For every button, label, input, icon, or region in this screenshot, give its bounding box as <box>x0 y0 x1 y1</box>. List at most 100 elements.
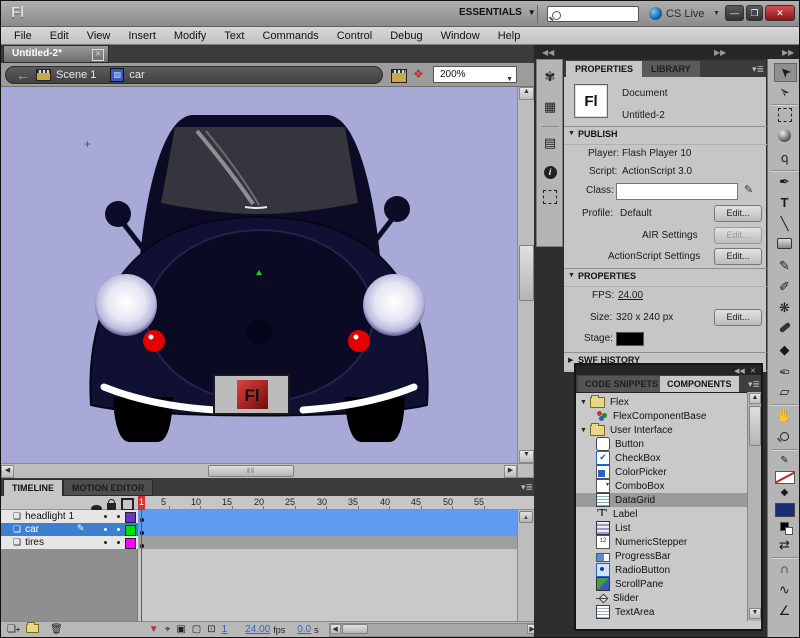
smooth-option-icon[interactable]: ∿ <box>774 582 795 599</box>
tab-motion-editor[interactable]: MOTION EDITOR <box>63 479 153 496</box>
tree-item-datagrid[interactable]: DataGrid <box>576 493 747 507</box>
scroll-left-icon[interactable]: ◀ <box>330 624 341 634</box>
frames-headlight1[interactable] <box>138 510 517 524</box>
components-scrollbar[interactable]: ▲ ▼ <box>747 392 761 621</box>
paint-bucket-tool[interactable]: ◆ <box>774 342 795 359</box>
lock-dot[interactable] <box>117 528 120 531</box>
elapsed-time-value[interactable]: 0.0 <box>297 624 311 635</box>
color-panel-icon[interactable]: ✾ <box>541 68 559 86</box>
visibility-dot[interactable] <box>104 515 107 518</box>
menu-insert[interactable]: Insert <box>119 28 165 44</box>
tree-item-combobox[interactable]: ComboBox <box>576 479 747 493</box>
playhead[interactable]: 1 <box>138 496 145 510</box>
scroll-down-icon[interactable]: ▼ <box>749 608 761 619</box>
menu-window[interactable]: Window <box>432 28 489 44</box>
swap-colors-icon[interactable]: ⇄ <box>774 537 795 554</box>
new-folder-button[interactable] <box>26 624 44 636</box>
stage-vertical-scrollbar[interactable]: ▲ ▼ <box>517 87 534 463</box>
profile-edit-button[interactable]: Edit... <box>714 205 762 222</box>
panel-menu-icon[interactable]: ▾≣ <box>752 64 764 75</box>
search-input[interactable] <box>547 6 639 22</box>
tree-item-button[interactable]: Button <box>576 437 747 451</box>
tree-item-list[interactable]: List <box>576 521 747 535</box>
tree-item-checkbox[interactable]: ✔CheckBox <box>576 451 747 465</box>
fill-color-swatch[interactable] <box>775 503 795 517</box>
close-tab-icon[interactable]: ✕ <box>92 49 104 61</box>
document-tab[interactable]: Untitled-2* ✕ <box>3 45 109 63</box>
menu-file[interactable]: File <box>5 28 41 44</box>
menu-help[interactable]: Help <box>489 28 530 44</box>
zoom-level-select[interactable]: 200% ▼ <box>433 66 517 83</box>
delete-layer-button[interactable]: 🗑︎ <box>50 624 63 635</box>
stage-horizontal-scrollbar[interactable]: ◀ ⦀⦀ ▶ <box>1 463 517 478</box>
menu-commands[interactable]: Commands <box>253 28 327 44</box>
properties-section-header[interactable]: ▼PROPERTIES <box>564 268 780 287</box>
onion-skin-outlines-icon[interactable]: ▢ <box>192 624 201 635</box>
tree-folder-user-interface[interactable]: ▼User Interface <box>576 423 747 437</box>
tree-item-colorpicker[interactable]: ColorPicker <box>576 465 747 479</box>
snap-to-objects-magnet-icon[interactable]: ∩ <box>774 561 795 578</box>
fps-value[interactable]: 24.00 <box>618 290 643 301</box>
new-layer-button[interactable]: ❏+ <box>7 624 20 635</box>
scroll-right-icon[interactable]: ▶ <box>504 465 517 478</box>
tree-item-label[interactable]: 'T'Label <box>576 507 747 521</box>
tab-timeline[interactable]: TIMELINE <box>3 479 63 496</box>
layer-color-swatch[interactable] <box>125 525 136 536</box>
cs-live-button[interactable]: CS Live <box>666 8 705 20</box>
symbol-label[interactable]: car <box>129 69 144 81</box>
collapse-to-icons-left-icon[interactable]: ◀◀ <box>542 48 554 57</box>
swatches-panel-icon[interactable]: ▦ <box>541 98 559 116</box>
restore-button[interactable]: ❐ <box>746 5 763 21</box>
lasso-tool[interactable]: ρ <box>774 150 795 167</box>
publish-section-header[interactable]: ▼PUBLISH <box>564 126 780 145</box>
frame-ruler[interactable]: 5 10 15 20 25 30 35 40 45 50 55 1 <box>1 496 534 510</box>
deco-tool[interactable]: ❋ <box>774 300 795 317</box>
edit-multiple-frames-icon[interactable]: ⊡ <box>207 624 215 635</box>
car-artwork[interactable]: Fl <box>1 87 517 463</box>
timeline-hscroll-thumb[interactable] <box>342 624 368 634</box>
scroll-left-icon[interactable]: ◀ <box>1 465 14 478</box>
size-edit-button[interactable]: Edit... <box>714 309 762 326</box>
info-panel-icon[interactable]: i <box>541 162 559 180</box>
line-tool[interactable]: ╲ <box>774 216 795 233</box>
layer-name[interactable]: car <box>25 524 39 535</box>
menu-edit[interactable]: Edit <box>41 28 78 44</box>
frame-rate-value[interactable]: 24.00 <box>245 624 270 635</box>
layer-row-tires[interactable]: ❏ tires <box>1 536 138 550</box>
tree-item-slider[interactable]: Slider <box>576 591 747 605</box>
tree-item-radiobutton[interactable]: RadioButton <box>576 563 747 577</box>
pencil-tool[interactable]: ✎ <box>774 258 795 275</box>
components-scroll-thumb[interactable] <box>749 406 761 446</box>
lock-dot[interactable] <box>117 515 120 518</box>
menu-view[interactable]: View <box>78 28 120 44</box>
layer-row-car[interactable]: ❏ car ✎ <box>1 523 138 537</box>
menu-modify[interactable]: Modify <box>165 28 215 44</box>
layer-color-swatch[interactable] <box>125 512 136 523</box>
brush-tool[interactable]: ✐ <box>774 279 795 296</box>
bone-tool[interactable] <box>774 321 795 338</box>
tree-item-numericstepper[interactable]: 12NumericStepper <box>576 535 747 549</box>
edit-scene-icon[interactable] <box>391 69 407 83</box>
timeline-vertical-scrollbar[interactable]: ▲ <box>517 510 534 621</box>
text-tool[interactable]: T <box>774 195 795 212</box>
document-name-value[interactable]: Untitled-2 <box>622 110 665 121</box>
layer-name[interactable]: tires <box>25 537 44 548</box>
hand-tool[interactable]: ✋ <box>774 408 795 425</box>
tab-library[interactable]: LIBRARY <box>642 61 700 77</box>
panel-menu-icon[interactable]: ▾≣ <box>521 482 533 493</box>
menu-debug[interactable]: Debug <box>381 28 431 44</box>
eyedropper-tool[interactable]: ✑ <box>774 363 795 380</box>
as3-settings-edit-button[interactable]: Edit... <box>714 248 762 265</box>
scroll-down-icon[interactable]: ▼ <box>519 450 534 463</box>
tab-components[interactable]: COMPONENTS <box>660 376 739 392</box>
frames-car[interactable] <box>138 523 517 537</box>
pen-tool[interactable]: ✒ <box>774 174 795 191</box>
edit-symbols-icon[interactable]: ❖ <box>413 67 424 81</box>
free-transform-tool[interactable] <box>774 108 795 125</box>
3d-rotation-tool[interactable] <box>774 129 795 146</box>
scroll-up-icon[interactable]: ▲ <box>519 87 534 100</box>
frames-tires[interactable] <box>138 536 517 550</box>
scroll-up-icon[interactable]: ▲ <box>749 393 761 404</box>
tab-properties[interactable]: PROPERTIES <box>566 61 642 77</box>
collapse-tools-icon[interactable]: ▶▶ <box>782 48 794 57</box>
